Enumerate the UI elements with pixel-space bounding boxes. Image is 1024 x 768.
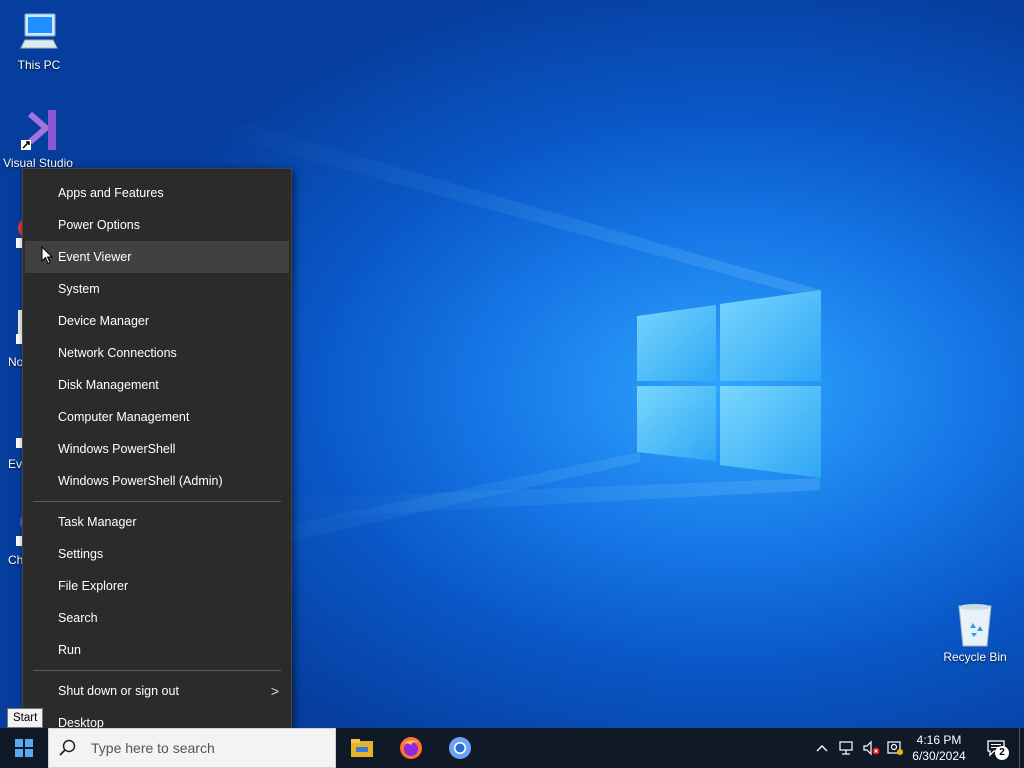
menu-item-task-manager[interactable]: Task Manager (25, 506, 289, 538)
menu-item-device-manager[interactable]: Device Manager (25, 305, 289, 337)
start-button[interactable] (0, 728, 48, 768)
taskbar-search-box[interactable]: Type here to search (48, 728, 336, 768)
menu-separator (33, 501, 281, 502)
windows-logo (637, 290, 821, 478)
windows-start-icon (15, 739, 33, 757)
clock-date: 6/30/2024 (912, 749, 966, 763)
start-tooltip: Start (7, 708, 44, 728)
menu-separator (33, 670, 281, 671)
menu-item-windows-powershell-admin[interactable]: Windows PowerShell (Admin) (25, 465, 289, 497)
firefox-icon (400, 737, 422, 759)
menu-item-file-explorer[interactable]: File Explorer (25, 570, 289, 602)
menu-item-system[interactable]: System (25, 273, 289, 305)
visual-studio-icon (21, 110, 56, 150)
menu-item-disk-management[interactable]: Disk Management (25, 369, 289, 401)
chevron-right-icon: > (270, 683, 279, 699)
taskbar: Type here to search 4:16 PM 6/30/2024 2 (0, 728, 1024, 768)
search-icon (59, 739, 76, 756)
action-center-button[interactable]: 2 (978, 728, 1014, 768)
desktop-icon-this-pc[interactable]: This PC (1, 8, 77, 72)
menu-item-network-connections[interactable]: Network Connections (25, 337, 289, 369)
notification-count-badge: 2 (995, 746, 1009, 760)
show-desktop-button[interactable] (1019, 728, 1024, 768)
chromium-icon (449, 737, 471, 759)
chevron-up-icon (816, 745, 828, 752)
desktop-icon-visual-studio[interactable]: Visual Studio (0, 106, 76, 170)
tray-security[interactable] (884, 728, 906, 768)
taskbar-app-file-explorer[interactable] (338, 728, 386, 768)
search-placeholder: Type here to search (91, 740, 215, 756)
network-icon (839, 741, 853, 755)
taskbar-app-chromium[interactable] (436, 728, 484, 768)
taskbar-clock[interactable]: 4:16 PM 6/30/2024 (905, 728, 973, 768)
security-warning-icon (887, 741, 903, 755)
menu-item-run[interactable]: Run (25, 634, 289, 666)
menu-item-label: Shut down or sign out (58, 684, 179, 698)
file-explorer-icon (351, 739, 373, 757)
computer-icon (20, 13, 58, 49)
menu-item-apps-and-features[interactable]: Apps and Features (25, 177, 289, 209)
menu-item-search[interactable]: Search (25, 602, 289, 634)
menu-item-settings[interactable]: Settings (25, 538, 289, 570)
menu-item-computer-management[interactable]: Computer Management (25, 401, 289, 433)
desktop-icon-recycle-bin[interactable]: Recycle Bin (937, 600, 1013, 664)
menu-item-windows-powershell[interactable]: Windows PowerShell (25, 433, 289, 465)
menu-item-shut-down-or-sign-out[interactable]: Shut down or sign out > (25, 675, 289, 707)
tray-show-hidden-icons[interactable] (812, 728, 832, 768)
winx-context-menu: Apps and Features Power Options Event Vi… (22, 168, 292, 746)
mouse-cursor-icon (41, 246, 53, 265)
tray-network[interactable] (836, 728, 858, 768)
volume-muted-icon (863, 740, 880, 756)
taskbar-app-firefox[interactable] (387, 728, 435, 768)
recycle-bin-icon (958, 604, 992, 647)
menu-item-power-options[interactable]: Power Options (25, 209, 289, 241)
menu-item-event-viewer[interactable]: Event Viewer (25, 241, 289, 273)
tray-volume[interactable] (860, 728, 882, 768)
clock-time: 4:16 PM (916, 733, 962, 747)
